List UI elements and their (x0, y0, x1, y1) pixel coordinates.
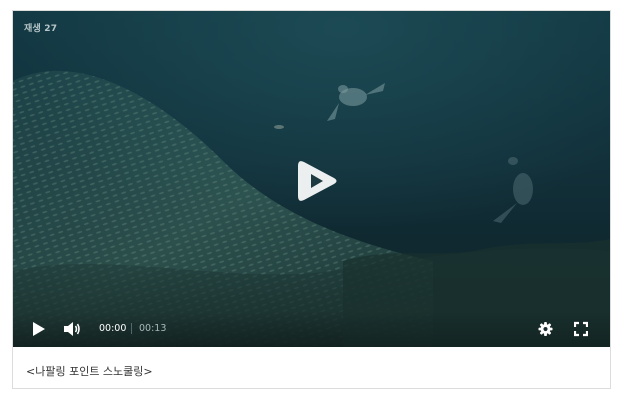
duration-time: 00:13 (139, 323, 167, 334)
current-time: 00:00 (99, 323, 127, 334)
video-card: 재생 27 00:00 00:13 <나팔링 포인트 스노쿨링> (12, 10, 611, 389)
fullscreen-button[interactable] (574, 321, 588, 337)
play-icon (33, 322, 45, 336)
video-caption: <나팔링 포인트 스노쿨링> (26, 365, 153, 378)
time-divider (131, 323, 132, 334)
play-circle-icon (298, 161, 337, 201)
big-play-button[interactable] (296, 158, 338, 204)
video-player[interactable]: 재생 27 00:00 00:13 (13, 11, 610, 347)
gear-icon (538, 321, 553, 337)
fullscreen-icon (574, 321, 588, 337)
volume-button[interactable] (63, 321, 81, 337)
settings-button[interactable] (538, 321, 553, 337)
view-count-badge: 재생 27 (24, 24, 58, 34)
control-bar: 00:00 00:13 (13, 311, 610, 347)
play-button[interactable] (31, 321, 47, 337)
volume-icon (64, 322, 80, 336)
